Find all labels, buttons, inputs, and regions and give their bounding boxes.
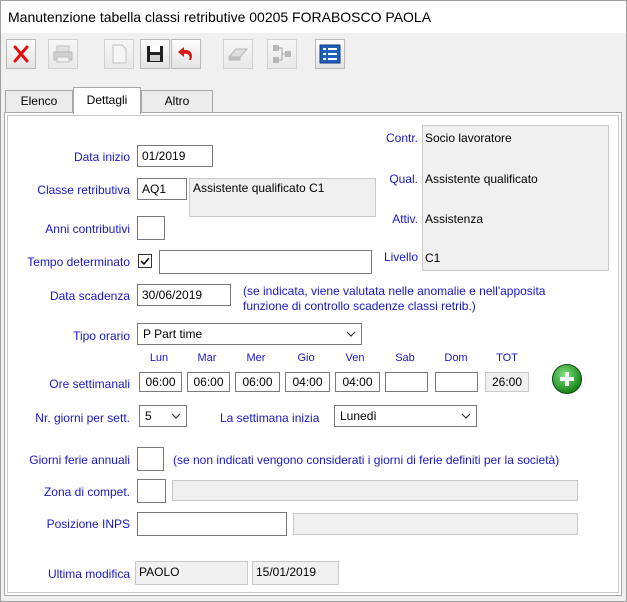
add-button[interactable] [552,364,582,394]
undo-button[interactable] [171,39,201,69]
ore-lun-input[interactable]: 06:00 [139,372,182,392]
giorni-ferie-input[interactable] [137,447,164,471]
settimana-inizia-label: La settimana inizia [220,411,320,425]
day-header-lun: Lun [149,352,169,364]
tipo-orario-label: Tipo orario [73,329,130,343]
toolbar [1,35,626,75]
data-scadenza-input[interactable]: 30/06/2019 [137,284,231,306]
day-header-sab: Sab [395,352,415,364]
ultima-modifica-user: PAOLO [135,561,248,585]
day-header-mer: Mer [246,352,266,364]
day-header-ven: Ven [345,352,365,364]
ultima-modifica-date: 15/01/2019 [252,561,339,585]
tempo-determinato-label: Tempo determinato [27,255,130,269]
ore-sab-input[interactable] [385,372,428,392]
data-scadenza-note: (se indicata, viene valutata nelle anoma… [243,284,546,313]
ore-dom-input[interactable] [435,372,478,392]
ore-mar-input[interactable]: 06:00 [187,372,230,392]
print-button[interactable] [48,39,78,69]
settimana-inizia-select[interactable]: Lunedì [334,405,477,427]
giorni-per-sett-select[interactable]: 5 [139,405,187,427]
tab-strip: Elenco Dettagli Altro [1,87,626,114]
zona-compet-input[interactable] [137,479,166,503]
new-document-icon [112,44,127,64]
hierarchy-button[interactable] [267,39,297,69]
title-bar: Manutenzione tabella classi retributive … [1,1,626,33]
ore-mer-input[interactable]: 06:00 [235,372,280,392]
attiv-value: Assistenza [425,212,484,226]
hierarchy-icon [273,45,291,63]
tab-dettagli[interactable]: Dettagli [73,87,141,114]
livello-value: C1 [425,251,441,265]
data-inizio-label: Data inizio [73,150,130,164]
classification-info-box [422,125,609,271]
tab-elenco[interactable]: Elenco [5,90,73,112]
classe-retributiva-code-input[interactable]: AQ1 [137,178,187,200]
eraser-icon [227,48,249,61]
undo-icon [178,47,193,60]
tempo-determinato-checkbox[interactable] [138,254,152,268]
save-button[interactable] [140,39,170,69]
posizione-inps-description [293,513,578,535]
data-scadenza-label: Data scadenza [49,289,130,303]
ore-settimanali-label: Ore settimanali [49,377,130,391]
clear-button[interactable] [223,39,253,69]
qual-label: Qual. [389,172,418,186]
attiv-label: Attiv. [392,212,418,226]
chevron-down-icon [171,413,181,419]
day-header-mar: Mar [197,352,217,364]
settimana-inizia-value: Lunedì [340,409,377,423]
posizione-inps-input[interactable] [137,512,287,536]
chevron-down-icon [461,413,471,419]
data-inizio-input[interactable]: 01/2019 [137,145,213,167]
classe-retributiva-label: Classe retributiva [37,183,130,197]
ore-gio-input[interactable]: 04:00 [285,372,330,392]
print-icon [53,45,73,63]
tipo-orario-value: P Part time [143,327,203,341]
main-window: Manutenzione tabella classi retributive … [0,0,627,602]
zona-compet-description [172,480,578,501]
close-button[interactable] [6,39,36,69]
save-icon [147,46,163,62]
zona-compet-label: Zona di compet. [43,485,130,499]
list-icon [319,44,341,64]
livello-label: Livello [383,250,418,264]
contr-label: Contr. [385,131,418,145]
window-title: Manutenzione tabella classi retributive … [8,9,432,25]
giorni-per-sett-value: 5 [145,409,152,423]
chevron-down-icon [346,331,356,337]
day-header-tot: TOT [496,352,518,364]
checkmark-icon [140,257,150,266]
day-header-dom: Dom [444,352,468,364]
tipo-orario-select[interactable]: P Part time [137,323,362,345]
classe-retributiva-description: Assistente qualificato C1 [189,178,376,217]
close-icon [13,45,29,63]
list-button[interactable] [315,39,345,69]
ore-total: 26:00 [485,372,529,392]
ore-ven-input[interactable]: 04:00 [335,372,380,392]
qual-value: Assistente qualificato [425,172,538,186]
anni-contributivi-input[interactable] [137,216,165,240]
giorni-ferie-label: Giorni ferie annuali [29,453,130,467]
tab-altro[interactable]: Altro [141,90,213,112]
giorni-per-sett-label: Nr. giorni per sett. [35,411,130,425]
ultima-modifica-label: Ultima modifica [47,567,130,581]
contr-value: Socio lavoratore [425,131,512,145]
tempo-determinato-input[interactable] [159,250,372,274]
posizione-inps-label: Posizione INPS [46,517,130,531]
new-button[interactable] [104,39,134,69]
day-header-gio: Gio [297,352,315,364]
giorni-ferie-note: (se non indicati vengono considerati i g… [173,453,560,467]
anni-contributivi-label: Anni contributivi [45,222,130,236]
